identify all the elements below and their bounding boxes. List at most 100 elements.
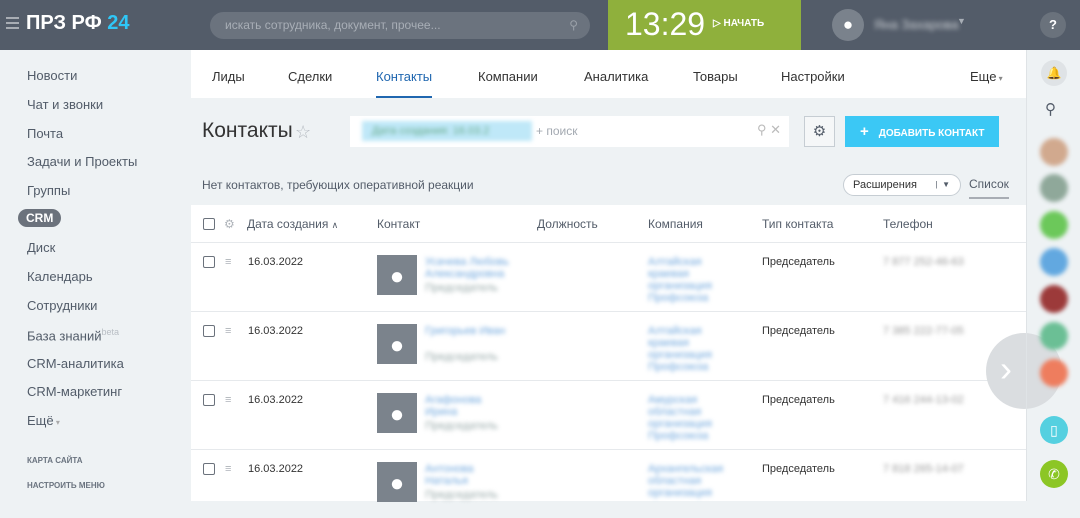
beta-badge: beta [101, 327, 120, 337]
contact-post: Председатель [425, 420, 498, 432]
extensions-button[interactable]: Расширения | ▼ [843, 174, 961, 196]
plus-icon: + [860, 123, 869, 140]
contact-name-link[interactable]: Антонова Наталья [425, 463, 510, 487]
table-row[interactable]: ≡ 16.03.2022 ● Григорьев Иван Председате… [191, 311, 1026, 380]
chevron-down-icon[interactable]: ▼ [957, 16, 966, 26]
crm-tabs: Лиды Сделки Контакты Компании Аналитика … [191, 50, 1026, 98]
filter-search-input[interactable]: Дата создания: 16.03.2 + поиск ⚲ ✕ [350, 116, 789, 147]
help-icon[interactable]: ? [1040, 12, 1066, 38]
phone-cell[interactable]: 7 818 265-14-07 [883, 463, 964, 475]
table-row[interactable]: ≡ 16.03.2022 ● Антонова Наталья Председа… [191, 449, 1026, 518]
column-header-company[interactable]: Компания [648, 217, 703, 231]
sidebar-item-knowledge[interactable]: База знанийbeta [27, 327, 119, 343]
chevron-down-icon[interactable]: | ▼ [936, 175, 950, 195]
chat-avatar[interactable] [1040, 138, 1068, 166]
table-row[interactable]: ≡ 16.03.2022 ● Усачева Любовь Александро… [191, 242, 1026, 311]
contact-name-link[interactable]: Усачева Любовь Александровна [425, 256, 510, 280]
column-header-contact[interactable]: Контакт [377, 217, 420, 231]
ext-label: Расширения [853, 179, 917, 191]
menu-icon[interactable] [6, 17, 19, 29]
phone-icon[interactable]: ✆ [1040, 460, 1068, 488]
start-button[interactable]: ▷ НАЧАТЬ [713, 18, 764, 29]
sidebar-item-groups[interactable]: Группы [27, 183, 70, 198]
sidebar-item-employees[interactable]: Сотрудники [27, 298, 97, 313]
filter-chip[interactable]: Дата создания: 16.03.2 [362, 121, 532, 141]
row-checkbox[interactable] [203, 325, 215, 337]
chat-avatar[interactable] [1040, 211, 1068, 239]
column-header-phone[interactable]: Телефон [883, 217, 933, 231]
worktime-widget[interactable]: 13:29 ▷ НАЧАТЬ [608, 0, 801, 50]
avatar[interactable]: ● [832, 9, 864, 41]
contacts-table: ⚙ Дата создания ∧ Контакт Должность Комп… [191, 205, 1026, 502]
company-link[interactable]: Алтайская краевая организация Профсоюза [648, 256, 738, 304]
search-icon[interactable]: ⚲ [1045, 100, 1056, 118]
contact-name-link[interactable]: Григорьев Иван [425, 325, 510, 337]
start-label: НАЧАТЬ [723, 18, 765, 29]
select-all-checkbox[interactable] [203, 218, 215, 230]
row-menu-icon[interactable]: ≡ [225, 463, 231, 475]
tab-analytics[interactable]: Аналитика [584, 69, 648, 84]
main-content: Лиды Сделки Контакты Компании Аналитика … [191, 50, 1026, 502]
label: Ещё [27, 413, 54, 428]
row-checkbox[interactable] [203, 256, 215, 268]
search-icon: ⚲ [569, 18, 578, 32]
contact-name-link[interactable]: Агафонова Ирина [425, 394, 510, 418]
row-checkbox[interactable] [203, 463, 215, 475]
sitemap-link[interactable]: КАРТА САЙТА [27, 456, 83, 465]
sidebar-item-crm[interactable]: CRM [18, 209, 62, 227]
row-menu-icon[interactable]: ≡ [225, 325, 231, 337]
chat-avatar[interactable] [1040, 285, 1068, 313]
phone-cell[interactable]: 7 385 222-77-05 [883, 325, 964, 337]
list-view-tab[interactable]: Список [969, 177, 1009, 199]
company-link[interactable]: Алтайская краевая организация Профсоюза [648, 325, 738, 373]
notice-text: Нет контактов, требующих оперативной реа… [202, 178, 474, 192]
chat-avatar[interactable] [1040, 322, 1068, 350]
sidebar-item-disk[interactable]: Диск [27, 240, 55, 255]
row-menu-icon[interactable]: ≡ [225, 256, 231, 268]
phone-cell[interactable]: 7 416 244-13-02 [883, 394, 964, 406]
tab-companies[interactable]: Компании [478, 69, 538, 84]
tab-contacts[interactable]: Контакты [376, 69, 433, 98]
settings-gear-button[interactable]: ⚙ [804, 116, 835, 147]
tab-more[interactable]: Еще ▾ [970, 69, 1003, 84]
tab-settings[interactable]: Настройки [781, 69, 845, 84]
sidebar-item-chat[interactable]: Чат и звонки [27, 97, 103, 112]
sidebar-item-mail[interactable]: Почта [27, 126, 63, 141]
contact-avatar: ● [377, 255, 417, 295]
contact-type-cell: Председатель [762, 463, 835, 475]
phone-cell[interactable]: 7 877 252-46-63 [883, 256, 964, 268]
logo[interactable]: ПРЗ РФ 24 [26, 12, 130, 35]
chat-avatar[interactable] [1040, 359, 1068, 387]
tab-products[interactable]: Товары [693, 69, 738, 84]
mobile-sync-icon[interactable]: ▯ [1040, 416, 1068, 444]
sidebar-item-calendar[interactable]: Календарь [27, 269, 93, 284]
company-link[interactable]: Амурская областная организация Профсоюза [648, 394, 738, 442]
bell-icon[interactable]: 🔔 [1041, 60, 1067, 86]
global-search-input[interactable]: искать сотрудника, документ, прочее... ⚲ [210, 12, 590, 39]
sidebar-item-tasks[interactable]: Задачи и Проекты [27, 154, 137, 169]
tab-deals[interactable]: Сделки [288, 69, 332, 84]
table-row[interactable]: ≡ 16.03.2022 ● Агафонова Ирина Председат… [191, 380, 1026, 449]
column-settings-icon[interactable]: ⚙ [224, 217, 235, 231]
chat-avatar[interactable] [1040, 174, 1068, 202]
tab-leads[interactable]: Лиды [212, 69, 245, 84]
column-header-type[interactable]: Тип контакта [762, 217, 833, 231]
search-clear-icons[interactable]: ⚲ ✕ [757, 122, 781, 138]
column-header-date[interactable]: Дата создания ∧ [247, 217, 338, 231]
sidebar-item-crm-marketing[interactable]: CRM-маркетинг [27, 384, 122, 399]
right-panel: 🔔 ⚲ ▯ ✆ [1026, 50, 1080, 501]
chat-avatar[interactable] [1040, 248, 1068, 276]
sidebar-item-more[interactable]: Ещё ▾ [27, 413, 60, 428]
row-checkbox[interactable] [203, 394, 215, 406]
play-icon: ▷ [713, 18, 724, 29]
star-icon[interactable]: ☆ [295, 122, 311, 143]
top-bar: ПРЗ РФ 24 искать сотрудника, документ, п… [0, 0, 1080, 50]
company-link[interactable]: Архангельская областная организация [648, 463, 738, 499]
add-contact-button[interactable]: + ДОБАВИТЬ КОНТАКТ [845, 116, 999, 147]
row-menu-icon[interactable]: ≡ [225, 394, 231, 406]
column-header-post[interactable]: Должность [537, 217, 598, 231]
configure-menu-link[interactable]: НАСТРОИТЬ МЕНЮ [27, 481, 105, 490]
sidebar-item-crm-analytics[interactable]: CRM-аналитика [27, 356, 124, 371]
sidebar-item-news[interactable]: Новости [27, 68, 77, 83]
user-name[interactable]: Яна Захарова [874, 17, 959, 32]
